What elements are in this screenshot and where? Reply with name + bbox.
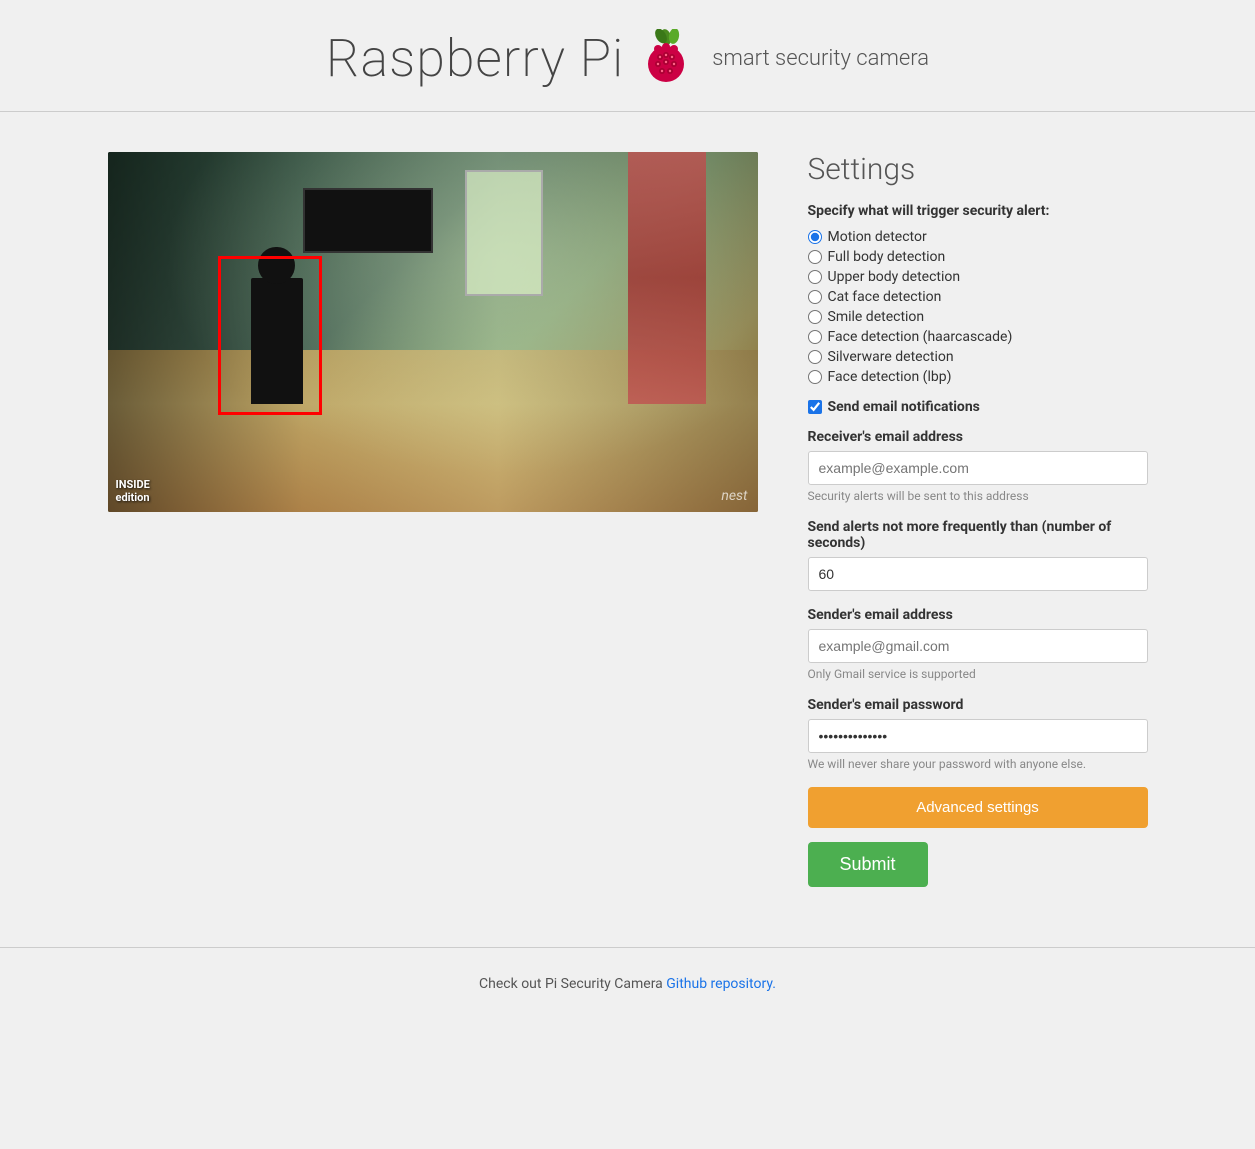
radio-face-lbp-input[interactable]: [808, 370, 822, 384]
radio-smile[interactable]: Smile detection: [808, 309, 1148, 325]
radio-silverware-label: Silverware detection: [828, 349, 954, 365]
main-content: INSIDE edition nest Settings Specify wha…: [78, 112, 1178, 927]
frequency-label: Send alerts not more frequently than (nu…: [808, 519, 1148, 551]
sender-password-hint: We will never share your password with a…: [808, 757, 1148, 771]
sender-password-group: Sender's email password We will never sh…: [808, 697, 1148, 771]
settings-panel: Settings Specify what will trigger secur…: [808, 152, 1148, 887]
receiver-email-hint: Security alerts will be sent to this add…: [808, 489, 1148, 503]
sender-password-label: Sender's email password: [808, 697, 1148, 713]
detection-box: [218, 256, 322, 414]
detection-radio-group: Motion detector Full body detection Uppe…: [808, 229, 1148, 385]
radio-face-haar-label: Face detection (haarcascade): [828, 329, 1013, 345]
submit-button[interactable]: Submit: [808, 842, 928, 887]
radio-upper-body[interactable]: Upper body detection: [808, 269, 1148, 285]
page-subtitle: smart security camera: [712, 46, 929, 71]
sender-email-input[interactable]: [808, 629, 1148, 663]
camera-scene: INSIDE edition nest: [108, 152, 758, 512]
advanced-settings-button[interactable]: Advanced settings: [808, 787, 1148, 828]
curtain-element: [628, 152, 706, 404]
radio-motion-label: Motion detector: [828, 229, 927, 245]
email-notification-checkbox[interactable]: [808, 400, 822, 414]
sender-email-group: Sender's email address Only Gmail servic…: [808, 607, 1148, 681]
email-notification-checkbox-label[interactable]: Send email notifications: [808, 399, 1148, 415]
radio-upper-body-input[interactable]: [808, 270, 822, 284]
raspberry-pi-logo: [636, 29, 696, 89]
receiver-email-label: Receiver's email address: [808, 429, 1148, 445]
sender-email-hint: Only Gmail service is supported: [808, 667, 1148, 681]
camera-feed: INSIDE edition nest: [108, 152, 758, 512]
page-header: Raspberry Pi smart security camera: [0, 0, 1255, 112]
radio-face-lbp[interactable]: Face detection (lbp): [808, 369, 1148, 385]
page-footer: Check out Pi Security Camera Github repo…: [0, 947, 1255, 1020]
sender-email-label: Sender's email address: [808, 607, 1148, 623]
radio-cat-face[interactable]: Cat face detection: [808, 289, 1148, 305]
radio-face-haar[interactable]: Face detection (haarcascade): [808, 329, 1148, 345]
radio-full-body[interactable]: Full body detection: [808, 249, 1148, 265]
radio-full-body-input[interactable]: [808, 250, 822, 264]
tv-element: [303, 188, 433, 253]
nest-watermark: nest: [721, 488, 747, 504]
trigger-label: Specify what will trigger security alert…: [808, 203, 1148, 219]
radio-cat-face-label: Cat face detection: [828, 289, 942, 305]
radio-silverware-input[interactable]: [808, 350, 822, 364]
radio-face-lbp-label: Face detection (lbp): [828, 369, 952, 385]
frequency-group: Send alerts not more frequently than (nu…: [808, 519, 1148, 591]
radio-smile-label: Smile detection: [828, 309, 925, 325]
settings-title: Settings: [808, 152, 1148, 187]
radio-upper-body-label: Upper body detection: [828, 269, 961, 285]
window-element: [465, 170, 543, 296]
radio-face-haar-input[interactable]: [808, 330, 822, 344]
frequency-input[interactable]: [808, 557, 1148, 591]
radio-full-body-label: Full body detection: [828, 249, 946, 265]
footer-text: Check out Pi Security Camera: [479, 976, 666, 992]
receiver-email-input[interactable]: [808, 451, 1148, 485]
radio-motion-input[interactable]: [808, 230, 822, 244]
camera-section: INSIDE edition nest: [108, 152, 758, 512]
github-link[interactable]: Github repository.: [666, 976, 776, 992]
radio-silverware[interactable]: Silverware detection: [808, 349, 1148, 365]
page-title: Raspberry Pi: [326, 28, 624, 89]
inside-edition-watermark: INSIDE edition: [116, 478, 150, 504]
email-notification-label: Send email notifications: [828, 399, 980, 415]
receiver-email-group: Receiver's email address Security alerts…: [808, 429, 1148, 503]
radio-smile-input[interactable]: [808, 310, 822, 324]
radio-cat-face-input[interactable]: [808, 290, 822, 304]
radio-motion[interactable]: Motion detector: [808, 229, 1148, 245]
sender-password-input[interactable]: [808, 719, 1148, 753]
